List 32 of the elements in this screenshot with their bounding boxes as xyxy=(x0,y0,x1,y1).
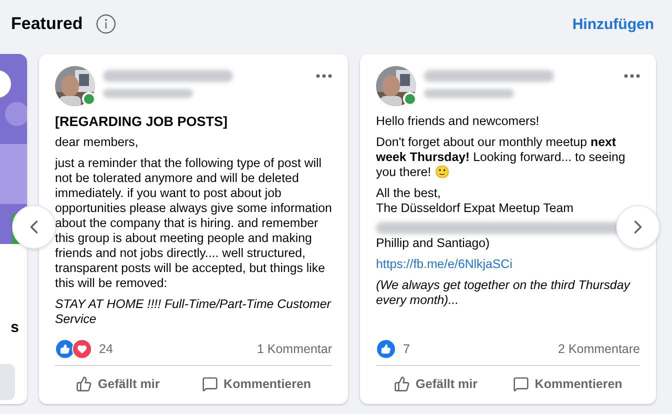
speech-bubble-icon xyxy=(202,376,218,392)
more-options-icon[interactable] xyxy=(316,74,332,78)
post-text: The Düsseldorf Expat Meetup Team xyxy=(376,201,574,216)
card-title: s xyxy=(10,319,19,336)
speech-bubble-icon xyxy=(512,376,529,392)
post-text: just a reminder that the following type of post will not be tolerated anymore and will be deleted immediately. if you want to post about job opportunities please always give some information about the company that is hiring. and remember this group is about meeting people and making friends and not jobs directly.... well structured, transparent posts will be accepted, but things like this will be removed: xyxy=(55,156,332,291)
thumbs-up-icon xyxy=(381,344,391,354)
info-icon[interactable] xyxy=(96,14,116,34)
comment-count[interactable]: 2 Kommentare xyxy=(558,342,640,356)
post-heading: [REGARDING JOB POSTS] xyxy=(55,114,229,129)
thumbs-up-icon xyxy=(60,344,70,354)
post-text: STAY AT HOME !!!! Full-Time/Part-Time Customer Service xyxy=(55,297,332,327)
add-link[interactable]: Hinzufügen xyxy=(572,16,654,32)
thumbs-up-icon xyxy=(76,376,92,392)
section-title: Featured xyxy=(11,14,83,34)
post-text: Hello friends and newcomers! xyxy=(376,114,540,129)
post-text: (We always get together on the third Thursday every month)... xyxy=(376,278,632,308)
post-text: All the best, xyxy=(376,186,442,201)
comment-count[interactable]: 1 Kommentar xyxy=(256,342,332,356)
reaction-count: 7 xyxy=(403,342,410,356)
like-button[interactable]: Gefällt mir xyxy=(388,372,484,396)
reaction-count: 24 xyxy=(99,342,113,356)
comment-button[interactable]: Kommentieren xyxy=(196,372,318,396)
post-text: dear members, xyxy=(55,135,140,150)
post-text: Phillip and Santiago) xyxy=(376,236,491,251)
heart-icon xyxy=(77,344,87,354)
more-options-icon[interactable] xyxy=(624,74,640,78)
comment-button[interactable]: Kommentieren xyxy=(506,372,628,396)
thumbs-up-icon xyxy=(394,376,410,392)
post-text: Don't forget about our monthly meetup next week Thursday! Looking forward... to seeing you there! 🙂 xyxy=(376,135,626,180)
like-button[interactable]: Gefällt mir xyxy=(70,372,166,396)
post-link[interactable]: https://fb.me/e/6NlkjaSCi xyxy=(376,257,512,271)
